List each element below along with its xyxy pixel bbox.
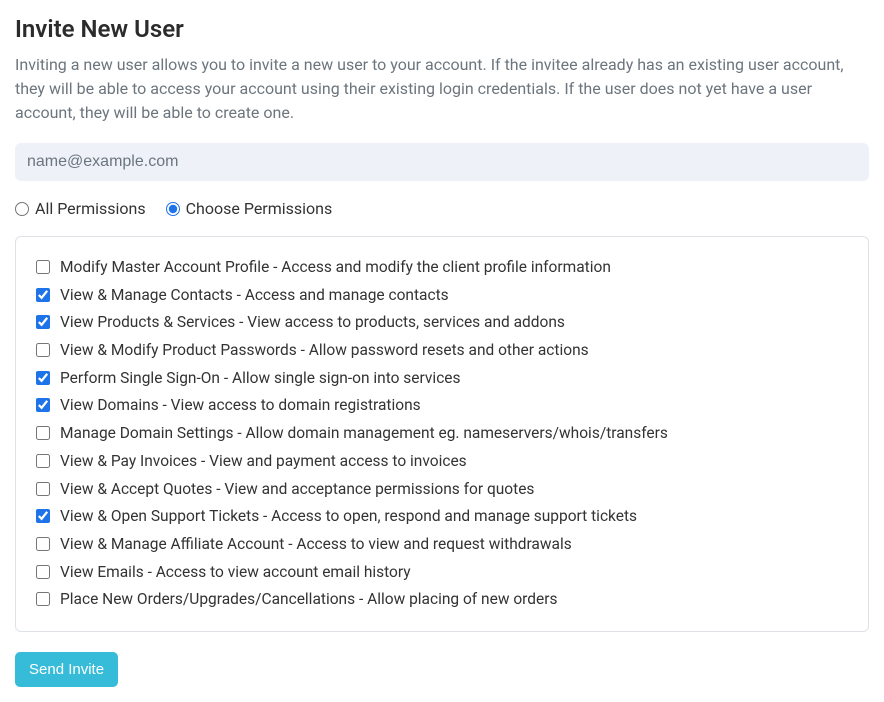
permission-label: View Emails - Access to view account ema… <box>60 562 411 584</box>
permission-checkbox[interactable] <box>36 482 50 496</box>
permission-checkbox[interactable] <box>36 315 50 329</box>
permission-item[interactable]: View & Modify Product Passwords - Allow … <box>36 340 848 362</box>
permission-label: View & Pay Invoices - View and payment a… <box>60 451 467 473</box>
permission-label: Modify Master Account Profile - Access a… <box>60 257 611 279</box>
email-field[interactable] <box>15 143 869 181</box>
permission-item[interactable]: View Products & Services - View access t… <box>36 312 848 334</box>
radio-choose-permissions-label: Choose Permissions <box>186 199 333 218</box>
permission-item[interactable]: Modify Master Account Profile - Access a… <box>36 257 848 279</box>
permission-label: View & Open Support Tickets - Access to … <box>60 506 637 528</box>
permission-label: Manage Domain Settings - Allow domain ma… <box>60 423 668 445</box>
permission-checkbox[interactable] <box>36 509 50 523</box>
permission-item[interactable]: View & Manage Affiliate Account - Access… <box>36 534 848 556</box>
permission-checkbox[interactable] <box>36 343 50 357</box>
permission-checkbox[interactable] <box>36 426 50 440</box>
permission-label: View & Manage Affiliate Account - Access… <box>60 534 572 556</box>
send-invite-button[interactable]: Send Invite <box>15 652 118 687</box>
permission-item[interactable]: Place New Orders/Upgrades/Cancellations … <box>36 589 848 611</box>
permission-checkbox[interactable] <box>36 288 50 302</box>
permission-label: View & Manage Contacts - Access and mana… <box>60 285 449 307</box>
radio-choose-permissions-input[interactable] <box>166 202 180 216</box>
invite-description: Inviting a new user allows you to invite… <box>15 53 869 125</box>
permission-label: View & Accept Quotes - View and acceptan… <box>60 479 534 501</box>
radio-choose-permissions[interactable]: Choose Permissions <box>166 199 333 218</box>
permission-checkbox[interactable] <box>36 565 50 579</box>
permission-mode-radio-group: All Permissions Choose Permissions <box>15 199 869 218</box>
page-title: Invite New User <box>15 15 869 43</box>
permission-checkbox[interactable] <box>36 454 50 468</box>
permission-item[interactable]: View & Pay Invoices - View and payment a… <box>36 451 848 473</box>
permission-checkbox[interactable] <box>36 398 50 412</box>
permission-item[interactable]: View & Accept Quotes - View and acceptan… <box>36 479 848 501</box>
radio-all-permissions[interactable]: All Permissions <box>15 199 146 218</box>
permission-item[interactable]: View Emails - Access to view account ema… <box>36 562 848 584</box>
radio-all-permissions-label: All Permissions <box>35 199 146 218</box>
permission-label: Place New Orders/Upgrades/Cancellations … <box>60 589 557 611</box>
permission-checkbox[interactable] <box>36 592 50 606</box>
permission-label: View & Modify Product Passwords - Allow … <box>60 340 589 362</box>
permission-item[interactable]: View Domains - View access to domain reg… <box>36 395 848 417</box>
permission-checkbox[interactable] <box>36 260 50 274</box>
permission-item[interactable]: View & Manage Contacts - Access and mana… <box>36 285 848 307</box>
permission-item[interactable]: View & Open Support Tickets - Access to … <box>36 506 848 528</box>
permission-item[interactable]: Manage Domain Settings - Allow domain ma… <box>36 423 848 445</box>
permission-item[interactable]: Perform Single Sign-On - Allow single si… <box>36 368 848 390</box>
permissions-list: Modify Master Account Profile - Access a… <box>15 236 869 632</box>
permission-label: View Products & Services - View access t… <box>60 312 565 334</box>
permission-checkbox[interactable] <box>36 537 50 551</box>
radio-all-permissions-input[interactable] <box>15 202 29 216</box>
permission-checkbox[interactable] <box>36 371 50 385</box>
permission-label: Perform Single Sign-On - Allow single si… <box>60 368 461 390</box>
permission-label: View Domains - View access to domain reg… <box>60 395 421 417</box>
